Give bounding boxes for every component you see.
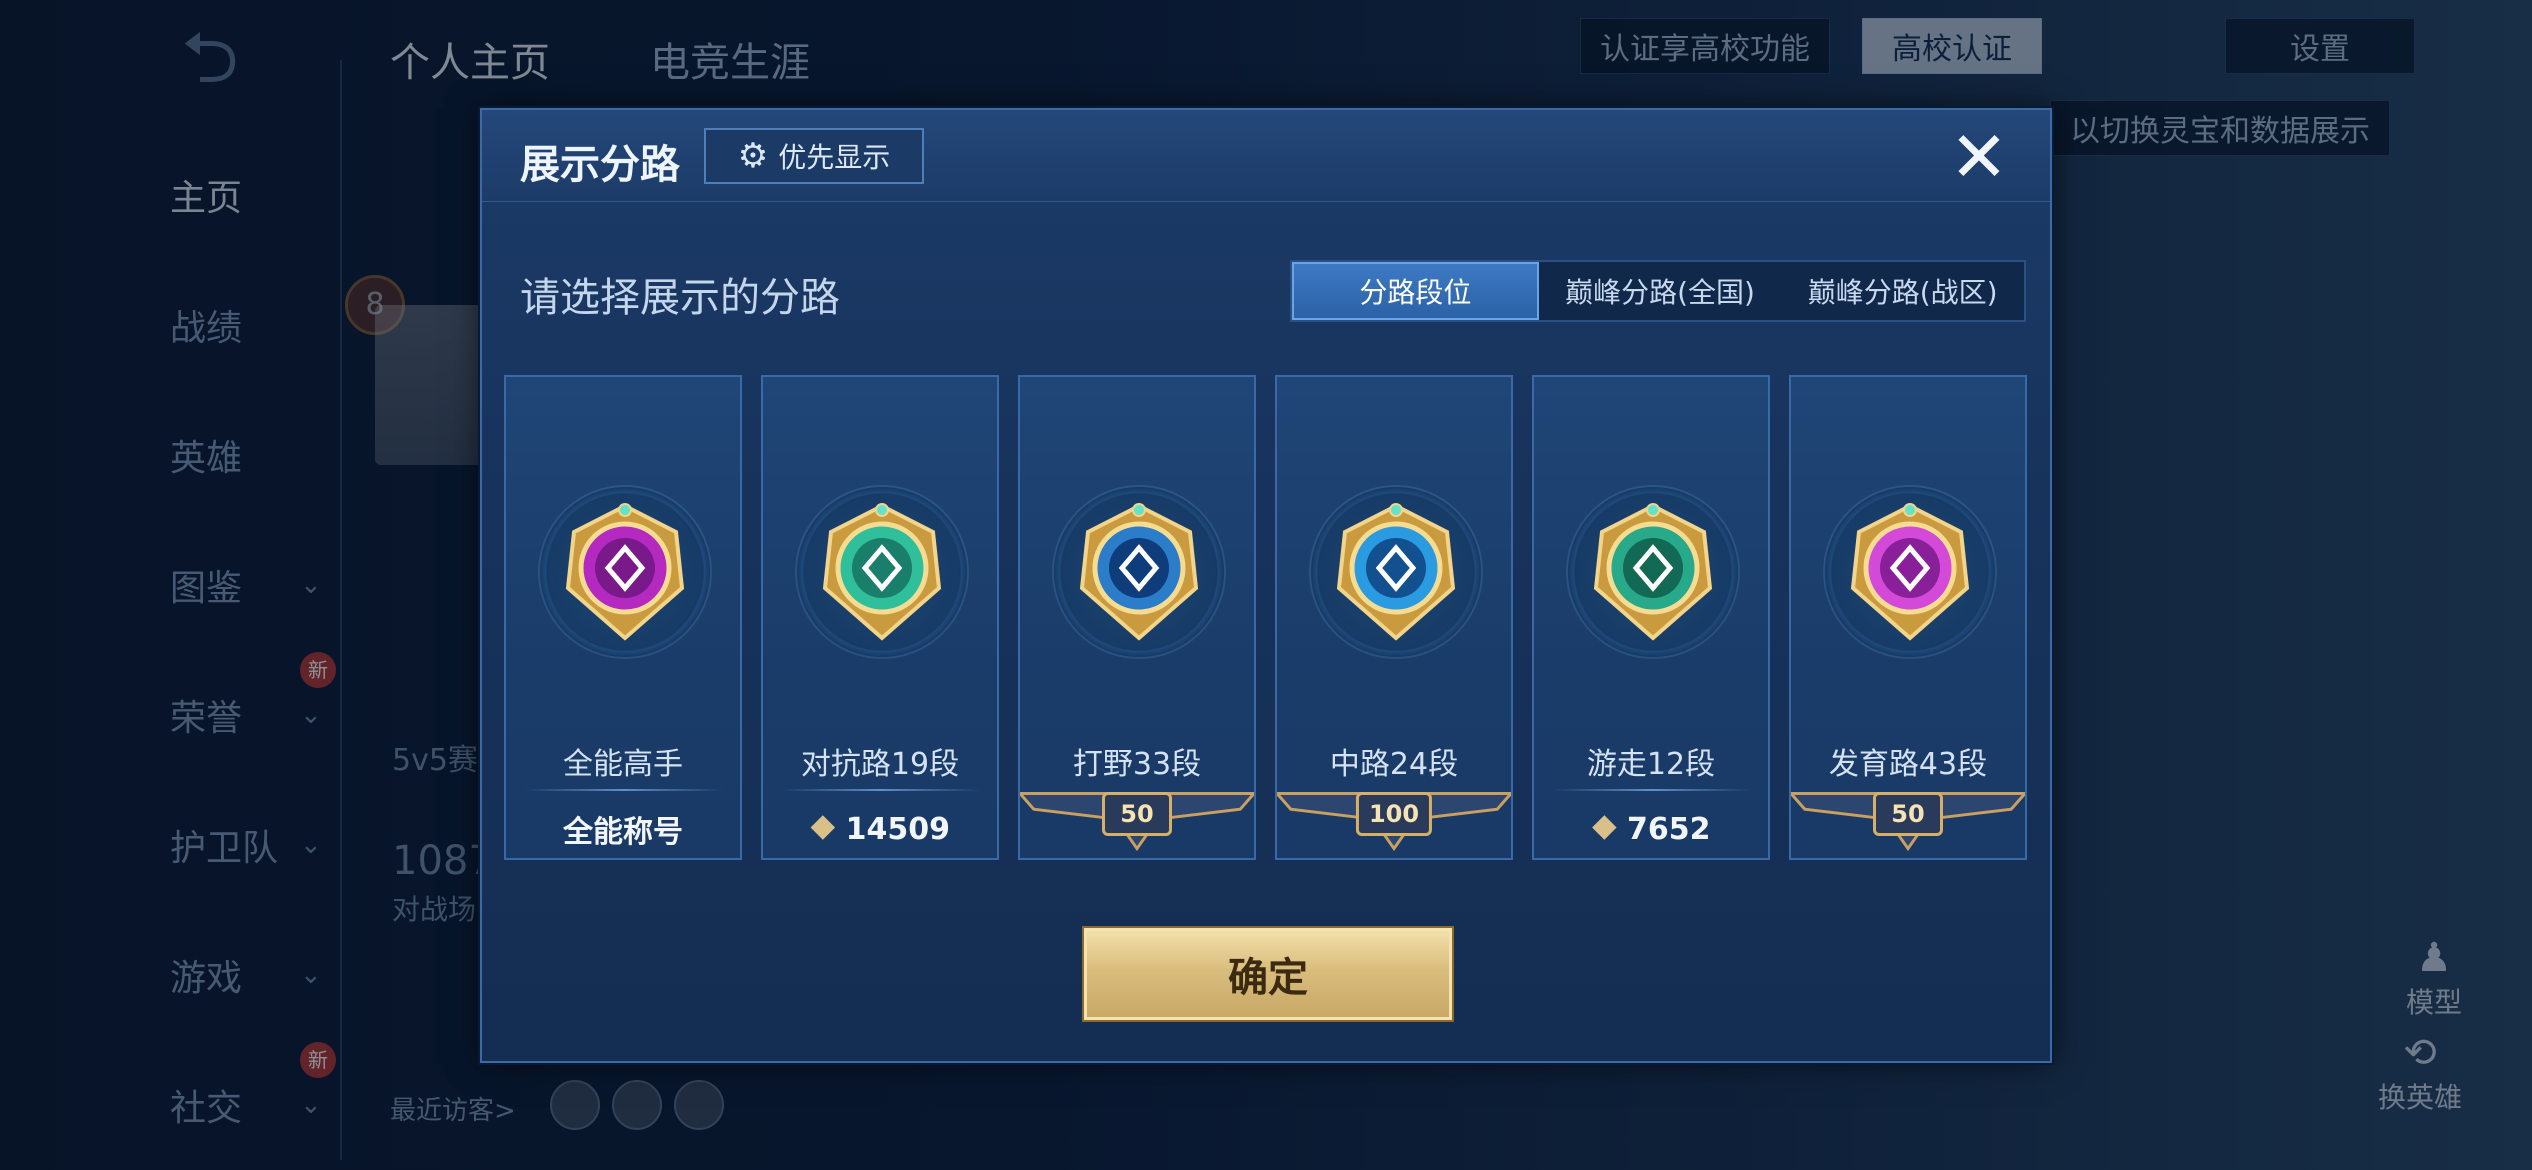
lane-card-title: 打野33段 xyxy=(1072,747,1202,782)
dialog-header: 展示分路 ⚙ 优先显示 ✕ xyxy=(482,110,2050,202)
mid-lane-icon xyxy=(1336,503,1456,641)
roam-wings-icon xyxy=(1593,503,1713,641)
confirm-button[interactable]: 确定 xyxy=(1084,928,1452,1020)
lane-card[interactable]: 打野33段 50 xyxy=(1018,375,1256,860)
priority-display-button[interactable]: ⚙ 优先显示 xyxy=(704,128,924,184)
gear-icon: ⚙ xyxy=(737,136,769,176)
close-icon[interactable]: ✕ xyxy=(1944,122,2014,192)
lane-display-dialog: 展示分路 ⚙ 优先显示 ✕ 请选择展示的分路 分路段位 巅峰分路(全国) 巅峰分路(… xyxy=(480,108,2052,1063)
lane-card[interactable]: 对抗路19段 ⯁ 14509 xyxy=(761,375,999,860)
lane-mode-tab[interactable]: 分路段位 xyxy=(1292,262,1539,320)
lane-card-footer: ⯁ 14509 xyxy=(763,799,997,859)
dialog-title: 展示分路 xyxy=(520,142,680,188)
lane-card[interactable]: 中路24段 100 xyxy=(1275,375,1513,860)
card-divider xyxy=(781,789,981,791)
lane-card-title: 游走12段 xyxy=(1586,747,1716,782)
lane-card[interactable]: 游走12段 ⯁ 7652 xyxy=(1532,375,1770,860)
lane-card-footer: ⯁ 7652 xyxy=(1534,799,1768,859)
lane-card-footer-value: 14509 xyxy=(845,811,950,847)
priority-display-label: 优先显示 xyxy=(778,141,891,174)
lane-card-footer: 全能称号 xyxy=(506,799,740,859)
lane-card-footer-value: 7652 xyxy=(1627,811,1711,847)
peak-points-icon: ⯁ xyxy=(810,809,836,848)
lane-mode-tabs: 分路段位 巅峰分路(全国) 巅峰分路(战区) xyxy=(1290,260,2026,322)
omni-icon xyxy=(565,503,685,641)
lane-mode-tab[interactable]: 巅峰分路(全国) xyxy=(1539,262,1782,320)
lane-card[interactable]: 全能高手 全能称号 xyxy=(504,375,742,860)
lane-card-title: 发育路43段 xyxy=(1828,747,1988,782)
app-root: ⮌ 个人主页 电竞生涯 主页 战绩 英雄 图鉴 ⌄ 荣誉 ⌄ 新护卫队 ⌄ 游戏 ⌄ 社交 ⌄ 新 8 5… xyxy=(0,0,2532,1170)
card-divider xyxy=(1552,789,1752,791)
rank-stars-count: 50 xyxy=(1873,792,1943,836)
rank-stars-count: 50 xyxy=(1102,792,1172,836)
lane-card-title: 全能高手 xyxy=(563,747,683,782)
lane-mode-tab[interactable]: 巅峰分路(战区) xyxy=(1781,262,2024,320)
lane-cards: 全能高手 全能称号 对抗路19段 ⯁ 14509 打野33段 50 中路24段 100 游走12段… xyxy=(504,375,2034,865)
jungle-dragon-icon xyxy=(1079,503,1199,641)
select-prompt: 请选择展示的分路 xyxy=(520,275,840,321)
lane-card-footer-value: 全能称号 xyxy=(563,815,683,850)
farm-lane-icon xyxy=(1850,503,1970,641)
lane-card[interactable]: 发育路43段 50 xyxy=(1789,375,2027,860)
card-divider xyxy=(524,789,724,791)
peak-points-icon: ⯁ xyxy=(1591,809,1618,848)
clash-lane-icon xyxy=(822,503,942,641)
lane-card-title: 中路24段 xyxy=(1329,747,1459,782)
lane-card-title: 对抗路19段 xyxy=(800,747,960,782)
rank-stars-count: 100 xyxy=(1355,792,1433,836)
